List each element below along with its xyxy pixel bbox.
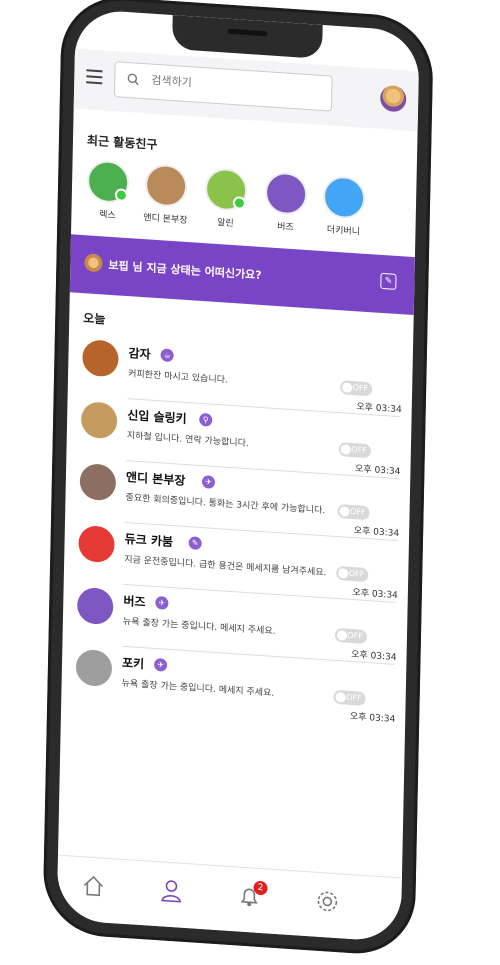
search-box[interactable] (113, 61, 333, 112)
status-toggle[interactable]: OFF (337, 504, 370, 521)
contact-name: 듀크 카붐 (124, 531, 174, 550)
friend-name: 앤디 본부장 (143, 213, 188, 227)
friend-buzz[interactable]: 버즈 (255, 171, 316, 235)
status-message: 뉴욕 출장 가는 중입니다. 메세지 주세요. (122, 616, 276, 637)
menu-icon[interactable] (86, 69, 103, 85)
online-indicator (232, 196, 246, 210)
top-bar (73, 48, 419, 132)
friend-name: 렉스 (99, 210, 116, 222)
online-indicator (114, 188, 129, 203)
contact-name: 포키 (121, 655, 145, 672)
user-icon (161, 880, 182, 903)
search-input[interactable] (149, 72, 314, 99)
status-message: 커피한잔 마시고 있습니다. (128, 369, 228, 386)
nav-settings[interactable] (313, 887, 342, 917)
status-toggle[interactable]: OFF (338, 442, 371, 459)
edit-icon[interactable]: ✎ (380, 272, 397, 290)
avatar (82, 339, 119, 378)
avatar (322, 175, 366, 220)
avatar (86, 159, 130, 205)
friend-alien[interactable]: 알린 (195, 167, 256, 231)
contact-name: 버즈 (123, 593, 146, 610)
today-title: 오늘 (83, 311, 106, 327)
status-badge: ✎ (188, 536, 202, 551)
avatar (80, 401, 118, 440)
avatar (144, 163, 188, 208)
status-badge: ☕ (160, 348, 174, 363)
status-toggle[interactable]: OFF (336, 565, 369, 583)
status-message: 지하철 입니다. 연락 가능합니다. (126, 431, 249, 450)
status-toggle[interactable]: OFF (333, 689, 366, 706)
avatar (204, 167, 248, 212)
contact-name: 신입 슬링키 (127, 408, 187, 427)
nav-home[interactable] (79, 871, 108, 901)
bottom-nav: 2 (56, 854, 402, 943)
search-icon (127, 73, 139, 86)
friend-name: 버즈 (277, 221, 294, 234)
status-badge: ✈ (153, 657, 168, 672)
contact-name: 감자 (128, 346, 151, 362)
status-badge: ✈ (155, 595, 169, 610)
avatar (75, 648, 113, 688)
phone-notch (172, 15, 323, 59)
status-badge: ⚲ (199, 412, 213, 427)
nav-friends[interactable] (157, 876, 186, 906)
contact-name: 앤디 본부장 (125, 470, 186, 488)
status-message: 중요한 회의중입니다. 통화는 3시간 후에 가능합니다. (125, 492, 326, 517)
app-screen: 최근 활동친구 렉스 앤디 본부장 알린 버즈 (56, 8, 420, 943)
friend-andy[interactable]: 앤디 본부장 (135, 163, 196, 227)
friend-name: 알린 (217, 218, 234, 230)
friend-ducky-bunny[interactable]: 더키버니 (313, 174, 374, 238)
nav-notifications[interactable]: 2 (235, 880, 268, 911)
friend-name: 더키버니 (326, 225, 361, 238)
app-mockup: 최근 활동친구 렉스 앤디 본부장 알린 버즈 (0, 0, 500, 965)
status-toggle[interactable]: OFF (339, 380, 373, 397)
friend-rex[interactable]: 렉스 (77, 159, 138, 223)
avatar (78, 524, 115, 564)
status-message: 지금 운전중입니다. 급한 용건은 메세지를 남겨주세요. (124, 554, 327, 579)
speaker (227, 28, 268, 37)
recent-friends-title: 최근 활동친구 (86, 133, 158, 153)
notification-count-badge: 2 (253, 880, 268, 896)
status-message: 뉴욕 출장 가는 중입니다. 메세지 주세요. (121, 678, 275, 699)
phone-frame: 최근 활동친구 렉스 앤디 본부장 알린 버즈 (42, 0, 434, 958)
status-prompt-text: 보핍 님 지금 상태는 어떠신가요? (108, 258, 262, 282)
profile-avatar[interactable] (379, 84, 407, 113)
avatar (84, 253, 103, 273)
avatar (264, 171, 308, 216)
timestamp: 오후 03:34 (349, 711, 396, 725)
avatar (76, 586, 114, 626)
status-list: 감자 ☕ 커피한잔 마시고 있습니다. OFF 오후 03:34 신입 슬링키 … (69, 338, 413, 725)
gear-icon (317, 891, 338, 912)
avatar (79, 462, 117, 502)
home-icon (83, 875, 103, 897)
status-badge: ✈ (201, 475, 216, 489)
status-toggle[interactable]: OFF (334, 627, 368, 645)
